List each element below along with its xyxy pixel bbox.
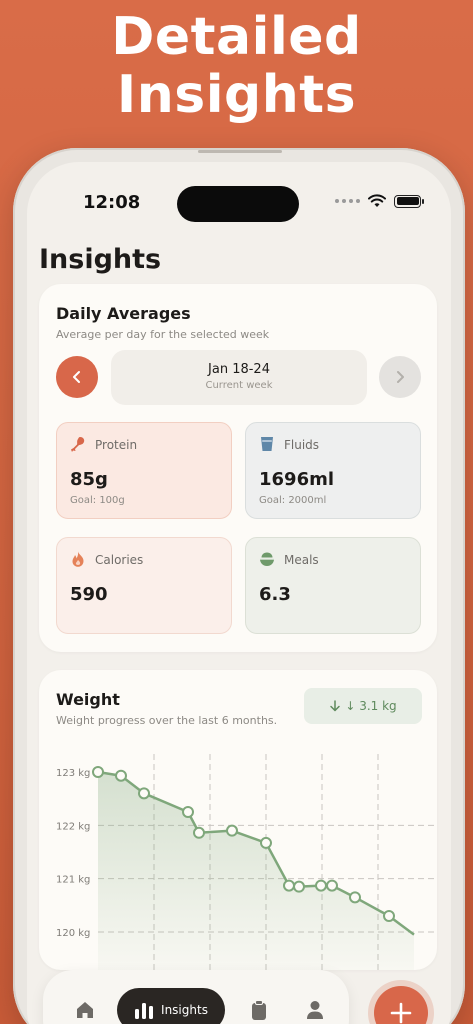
dynamic-island <box>177 186 299 222</box>
battery-icon <box>394 194 424 208</box>
meals-stat-card[interactable]: Meals 6.3 <box>245 537 421 634</box>
home-icon <box>77 1002 93 1018</box>
y-tick-label: 122 kg <box>56 821 90 832</box>
headline-line-1: Detailed <box>111 7 362 67</box>
headline-line-2: Insights <box>116 65 357 125</box>
y-tick-label: 121 kg <box>56 875 90 886</box>
week-range: Jan 18-24 <box>208 362 270 377</box>
weight-chart: 123 kg 122 kg 121 kg 120 kg <box>56 754 437 970</box>
weight-point[interactable] <box>193 826 205 839</box>
bowl-icon <box>260 552 274 566</box>
y-tick-label: 120 kg <box>56 928 90 939</box>
tab-profile[interactable] <box>293 988 337 1024</box>
weight-point[interactable] <box>182 806 194 818</box>
meals-value: 6.3 <box>259 584 291 605</box>
protein-stat-card[interactable]: Protein 85g Goal: 100g <box>56 422 232 519</box>
weight-point[interactable] <box>92 766 104 778</box>
flame-icon <box>72 551 84 567</box>
weight-point[interactable] <box>260 836 272 849</box>
y-tick-label: 123 kg <box>56 768 90 779</box>
weight-point[interactable] <box>383 910 395 922</box>
daily-averages-subtitle: Average per day for the selected week <box>56 328 270 341</box>
weight-card: Weight Weight progress over the last 6 m… <box>39 670 437 970</box>
protein-value: 85g <box>70 469 108 490</box>
daily-averages-card: Daily Averages Average per day for the s… <box>39 284 437 652</box>
tab-insights[interactable]: Insights <box>117 988 225 1024</box>
tab-bar: Insights <box>43 970 349 1024</box>
tab-insights-label: Insights <box>161 1003 208 1017</box>
calories-value: 590 <box>70 584 108 605</box>
chevron-left-icon <box>73 371 80 383</box>
signal-dots-icon <box>335 199 360 203</box>
status-icons <box>335 194 424 208</box>
phone-speaker <box>198 150 282 153</box>
weight-point[interactable] <box>293 880 305 893</box>
weight-point[interactable] <box>115 769 127 782</box>
promo-headline: Detailed Insights <box>0 8 473 124</box>
page-title: Insights <box>39 244 162 275</box>
app-screen: 12:08 Insights Daily Averages Average pe… <box>27 162 451 1024</box>
fluids-value: 1696ml <box>259 469 335 490</box>
add-entry-button[interactable] <box>374 986 428 1024</box>
cup-icon <box>261 437 273 451</box>
fluids-goal: Goal: 2000ml <box>259 495 327 506</box>
fluids-stat-card[interactable]: Fluids 1696ml Goal: 2000ml <box>245 422 421 519</box>
weight-point[interactable] <box>349 891 361 904</box>
week-selector[interactable]: Jan 18-24 Current week <box>111 350 367 405</box>
previous-week-button[interactable] <box>56 356 98 398</box>
user-icon <box>307 1001 323 1019</box>
protein-goal: Goal: 100g <box>70 495 125 506</box>
clipboard-icon <box>252 1000 266 1020</box>
protein-label: Protein <box>95 438 138 452</box>
chevron-right-icon <box>397 371 404 383</box>
tab-home[interactable] <box>63 988 107 1024</box>
weight-point[interactable] <box>283 879 295 892</box>
next-week-button[interactable] <box>379 356 421 398</box>
weight-area <box>98 772 414 970</box>
plus-icon <box>390 1002 412 1024</box>
calories-label: Calories <box>95 553 144 567</box>
daily-averages-title: Daily Averages <box>56 304 191 323</box>
weight-point[interactable] <box>326 879 338 892</box>
weight-point[interactable] <box>315 879 327 892</box>
tab-log[interactable] <box>237 988 281 1024</box>
weight-point[interactable] <box>226 824 238 837</box>
meals-label: Meals <box>284 553 319 567</box>
phone-frame: 12:08 Insights Daily Averages Average pe… <box>13 148 465 1024</box>
drumstick-icon <box>71 437 85 452</box>
week-label: Current week <box>205 380 273 391</box>
bar-chart-icon <box>135 1003 154 1019</box>
weight-point[interactable] <box>138 787 150 800</box>
calories-stat-card[interactable]: Calories 590 <box>56 537 232 634</box>
status-time: 12:08 <box>83 192 141 213</box>
wifi-icon <box>368 194 386 207</box>
fluids-label: Fluids <box>284 438 320 452</box>
